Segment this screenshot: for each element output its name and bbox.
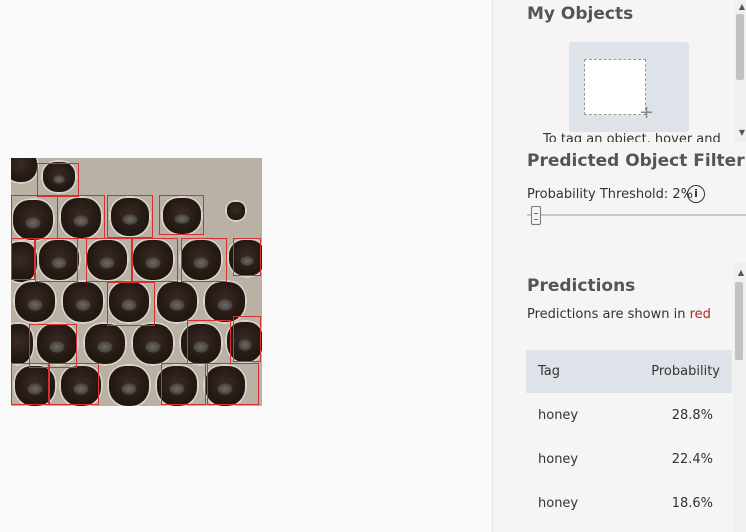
- predictions-color-word: red: [689, 307, 711, 322]
- row-probability: 18.6%: [671, 495, 713, 511]
- predictions-desc-text: Predictions are shown in: [527, 307, 690, 322]
- image-canvas: [0, 0, 492, 532]
- table-row[interactable]: honey 22.4%: [526, 437, 732, 481]
- comb-cell: [107, 364, 151, 406]
- side-panel: My Objects + To tag an object, hover and…: [492, 0, 746, 532]
- comb-cell: [131, 322, 175, 366]
- comb-cell: [11, 158, 39, 184]
- scrollbar-thumb[interactable]: [736, 14, 744, 80]
- prediction-box[interactable]: [49, 363, 99, 405]
- prediction-box[interactable]: [107, 282, 155, 326]
- tag-hint-text: To tag an object, hover and: [543, 132, 721, 142]
- threshold-slider-thumb[interactable]: [531, 206, 541, 225]
- table-row[interactable]: honey 18.6%: [526, 481, 732, 525]
- prediction-box[interactable]: [86, 238, 132, 282]
- threshold-label: Probability Threshold: 2%: [527, 187, 694, 202]
- prediction-box[interactable]: [132, 238, 178, 282]
- prediction-box[interactable]: [35, 238, 78, 282]
- my-objects-scrollbar[interactable]: ▲ ▼: [734, 0, 746, 142]
- plus-icon: +: [639, 102, 655, 123]
- prediction-box[interactable]: [207, 363, 259, 405]
- scroll-up-icon[interactable]: ▲: [738, 268, 744, 277]
- comb-cell: [83, 322, 127, 366]
- prediction-box[interactable]: [181, 238, 227, 282]
- prediction-box[interactable]: [107, 195, 153, 238]
- prediction-box[interactable]: [29, 324, 77, 368]
- predictions-scrollbar[interactable]: ▲: [733, 262, 746, 532]
- honeycomb-image[interactable]: [11, 158, 262, 406]
- prediction-box[interactable]: [159, 195, 204, 235]
- comb-cell: [13, 280, 57, 324]
- tag-object-illustration: +: [569, 42, 689, 132]
- filter-title: Predicted Object Filter: [527, 151, 745, 171]
- row-probability: 22.4%: [671, 451, 713, 467]
- predictions-title: Predictions: [527, 276, 636, 296]
- threshold-slider-track[interactable]: [527, 214, 746, 216]
- prediction-box[interactable]: [11, 195, 58, 239]
- predictions-description: Predictions are shown in red: [527, 307, 711, 322]
- info-icon[interactable]: i: [687, 185, 705, 203]
- scroll-down-icon[interactable]: ▼: [739, 128, 745, 137]
- row-tag: honey: [538, 451, 579, 467]
- prediction-box[interactable]: [233, 316, 261, 362]
- prediction-box[interactable]: [11, 363, 49, 405]
- my-objects-section: My Objects + To tag an object, hover and…: [493, 0, 746, 142]
- prediction-box[interactable]: [57, 195, 105, 239]
- comb-cell: [155, 280, 199, 324]
- prediction-box[interactable]: [37, 163, 79, 197]
- dashed-box-icon: [584, 59, 646, 115]
- probability-column-header[interactable]: Probability: [651, 364, 720, 379]
- my-objects-title: My Objects: [527, 4, 634, 24]
- prediction-box[interactable]: [11, 238, 35, 280]
- comb-cell: [225, 200, 247, 222]
- prediction-box[interactable]: [233, 238, 261, 276]
- scroll-up-icon[interactable]: ▲: [739, 2, 745, 11]
- predictions-table: Tag Probability honey 28.8% honey 22.4% …: [526, 350, 732, 525]
- row-tag: honey: [538, 495, 579, 511]
- table-row[interactable]: honey 28.8%: [526, 393, 732, 437]
- table-header: Tag Probability: [526, 350, 732, 393]
- prediction-box[interactable]: [187, 320, 231, 364]
- prediction-box[interactable]: [161, 363, 206, 405]
- row-probability: 28.8%: [671, 407, 713, 423]
- row-tag: honey: [538, 407, 579, 423]
- comb-cell: [61, 280, 105, 324]
- scrollbar-thumb[interactable]: [735, 282, 743, 360]
- tag-column-header[interactable]: Tag: [538, 364, 560, 379]
